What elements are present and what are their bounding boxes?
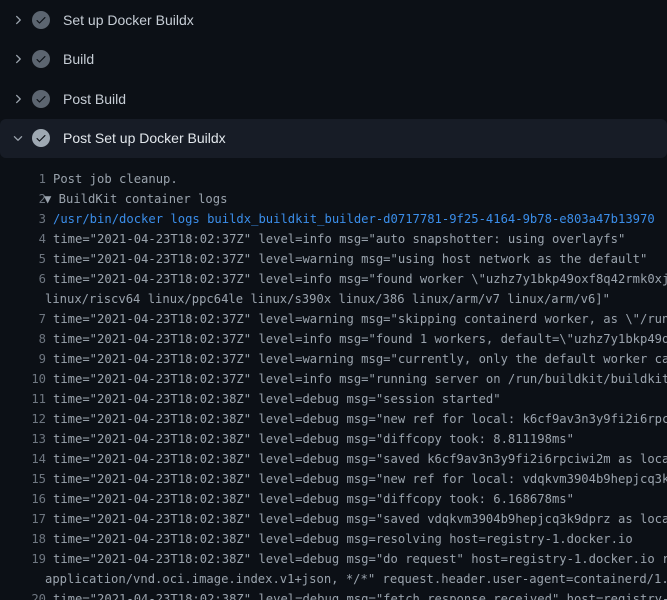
- check-circle-icon: [32, 129, 50, 147]
- log-row: 16 time="2021-04-23T18:02:38Z" level=deb…: [0, 489, 667, 509]
- log-line-number[interactable]: 2: [0, 189, 46, 209]
- log-row: 2 ▼ BuildKit container logs: [0, 189, 667, 209]
- log-row: 19 time="2021-04-23T18:02:38Z" level=deb…: [0, 549, 667, 569]
- log-row: 1 Post job cleanup.: [0, 169, 667, 189]
- chevron-right-icon[interactable]: [12, 53, 24, 65]
- log-row: 9 time="2021-04-23T18:02:37Z" level=warn…: [0, 349, 667, 369]
- check-circle-icon: [32, 90, 50, 108]
- log-line-number[interactable]: 12: [0, 409, 46, 429]
- step-header[interactable]: Post Build: [0, 79, 667, 119]
- step-label: Post Build: [63, 91, 126, 107]
- step-header[interactable]: Post Set up Docker Buildx: [0, 119, 667, 159]
- log-line-text: time="2021-04-23T18:02:38Z" level=debug …: [53, 449, 667, 469]
- log-line-number[interactable]: 16: [0, 489, 46, 509]
- log-line-text: time="2021-04-23T18:02:37Z" level=info m…: [53, 269, 667, 289]
- log-line-text: time="2021-04-23T18:02:38Z" level=debug …: [53, 589, 667, 600]
- log-line-number[interactable]: 9: [0, 349, 46, 369]
- log-line-number[interactable]: 17: [0, 509, 46, 529]
- log-row: 15 time="2021-04-23T18:02:38Z" level=deb…: [0, 469, 667, 489]
- log-line-text: time="2021-04-23T18:02:37Z" level=info m…: [53, 229, 625, 249]
- chevron-down-icon[interactable]: [12, 132, 24, 144]
- log-line-number[interactable]: 5: [0, 249, 46, 269]
- log-line-number[interactable]: 10: [0, 369, 46, 389]
- log-line-text: time="2021-04-23T18:02:38Z" level=debug …: [53, 509, 667, 529]
- log-line-text: time="2021-04-23T18:02:37Z" level=warnin…: [53, 249, 647, 269]
- log-line-number[interactable]: 3: [0, 209, 46, 229]
- chevron-right-icon[interactable]: [12, 93, 24, 105]
- log-line-number[interactable]: 20: [0, 589, 46, 600]
- log-line-text: time="2021-04-23T18:02:37Z" level=warnin…: [53, 309, 667, 329]
- log-line-number[interactable]: 11: [0, 389, 46, 409]
- log-row: 13 time="2021-04-23T18:02:38Z" level=deb…: [0, 429, 667, 449]
- log-line-number[interactable]: 6: [0, 269, 46, 289]
- log-row: 12 time="2021-04-23T18:02:38Z" level=deb…: [0, 409, 667, 429]
- log-row: 4 time="2021-04-23T18:02:37Z" level=info…: [0, 229, 667, 249]
- log-row: 10 time="2021-04-23T18:02:37Z" level=inf…: [0, 369, 667, 389]
- log-line-number[interactable]: 1: [0, 169, 46, 189]
- log-line-text: time="2021-04-23T18:02:38Z" level=debug …: [53, 389, 501, 409]
- log-section: 1 Post job cleanup. 2 ▼ BuildKit contain…: [0, 158, 667, 600]
- log-row: 7 time="2021-04-23T18:02:37Z" level=warn…: [0, 309, 667, 329]
- log-line-text: application/vnd.oci.image.index.v1+json,…: [45, 569, 667, 589]
- log-line-number[interactable]: 4: [0, 229, 46, 249]
- log-row: 18 time="2021-04-23T18:02:38Z" level=deb…: [0, 529, 667, 549]
- log-line-text: time="2021-04-23T18:02:38Z" level=debug …: [53, 549, 667, 569]
- steps-list: Set up Docker Buildx Build Post Build: [0, 0, 667, 158]
- log-row: 20 time="2021-04-23T18:02:38Z" level=deb…: [0, 589, 667, 600]
- log-row: 17 time="2021-04-23T18:02:38Z" level=deb…: [0, 509, 667, 529]
- step-header[interactable]: Build: [0, 40, 667, 80]
- log-line-text: time="2021-04-23T18:02:37Z" level=info m…: [53, 329, 667, 349]
- log-line-text: time="2021-04-23T18:02:38Z" level=debug …: [53, 429, 574, 449]
- log-line-text: time="2021-04-23T18:02:38Z" level=debug …: [53, 469, 667, 489]
- check-circle-icon: [32, 11, 50, 29]
- step-label: Build: [63, 51, 94, 67]
- log-row: 6 time="2021-04-23T18:02:37Z" level=info…: [0, 269, 667, 289]
- log-line-text: linux/riscv64 linux/ppc64le linux/s390x …: [45, 289, 610, 309]
- log-line-number[interactable]: 19: [0, 549, 46, 569]
- log-group-toggle[interactable]: ▼ BuildKit container logs: [44, 189, 227, 209]
- step-label: Set up Docker Buildx: [63, 12, 194, 28]
- chevron-right-icon[interactable]: [12, 14, 24, 26]
- log-row: 5 time="2021-04-23T18:02:37Z" level=warn…: [0, 249, 667, 269]
- log-line-text: time="2021-04-23T18:02:37Z" level=warnin…: [53, 349, 667, 369]
- step-label: Post Set up Docker Buildx: [63, 130, 226, 146]
- log-row: linux/riscv64 linux/ppc64le linux/s390x …: [0, 289, 667, 309]
- log-row: 11 time="2021-04-23T18:02:38Z" level=deb…: [0, 389, 667, 409]
- step-header[interactable]: Set up Docker Buildx: [0, 0, 667, 40]
- log-row: 14 time="2021-04-23T18:02:38Z" level=deb…: [0, 449, 667, 469]
- log-line-number[interactable]: 8: [0, 329, 46, 349]
- log-line-text: Post job cleanup.: [53, 169, 178, 189]
- log-line-number[interactable]: 18: [0, 529, 46, 549]
- log-line-number[interactable]: 7: [0, 309, 46, 329]
- log-line-number[interactable]: 15: [0, 469, 46, 489]
- log-line-number[interactable]: 13: [0, 429, 46, 449]
- log-row: 8 time="2021-04-23T18:02:37Z" level=info…: [0, 329, 667, 349]
- log-line-text: time="2021-04-23T18:02:38Z" level=debug …: [53, 489, 574, 509]
- log-line-text: /usr/bin/docker logs buildx_buildkit_bui…: [53, 209, 655, 229]
- log-row: application/vnd.oci.image.index.v1+json,…: [0, 569, 667, 589]
- log-line-text: time="2021-04-23T18:02:38Z" level=debug …: [53, 529, 633, 549]
- actions-log-viewer: { "colors":{ "background":"#0c1016", "ex…: [0, 0, 667, 600]
- check-circle-icon: [32, 50, 50, 68]
- log-line-number[interactable]: 14: [0, 449, 46, 469]
- log-row: 3 /usr/bin/docker logs buildx_buildkit_b…: [0, 209, 667, 229]
- log-line-text: time="2021-04-23T18:02:38Z" level=debug …: [53, 409, 667, 429]
- log-line-text: time="2021-04-23T18:02:37Z" level=info m…: [53, 369, 667, 389]
